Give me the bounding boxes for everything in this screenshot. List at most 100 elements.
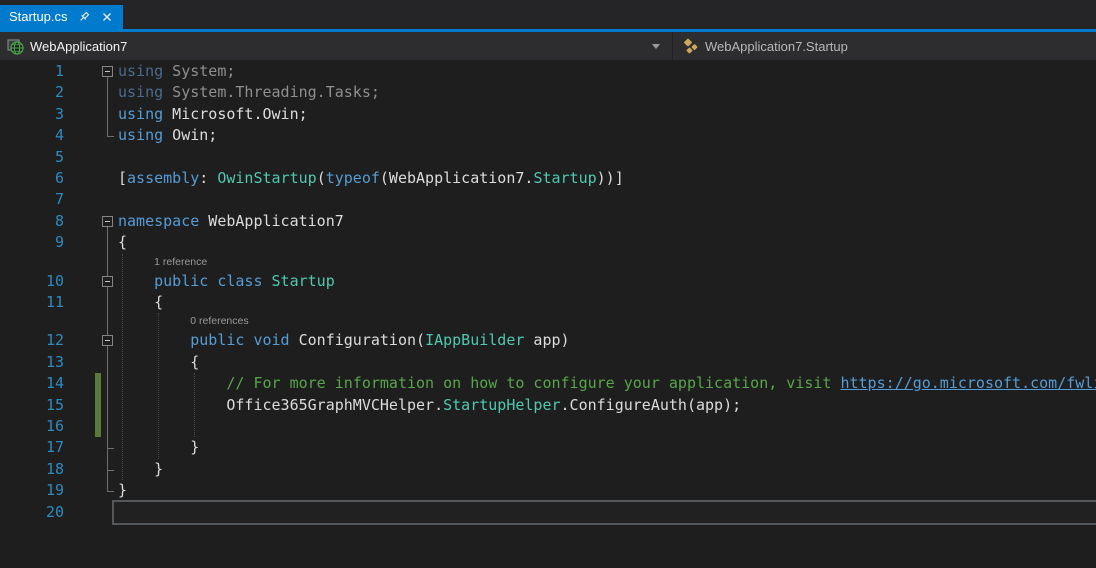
codelens-references-link[interactable]: 1 reference: [154, 256, 207, 268]
code-row: 11 {: [0, 292, 1096, 313]
chevron-down-icon: [652, 44, 660, 49]
line-number[interactable]: 20: [0, 502, 64, 523]
collapse-toggle-icon[interactable]: [102, 335, 113, 346]
code-segment: StartupHelper: [443, 396, 560, 414]
class-icon: [682, 38, 699, 55]
code-row: 14 // For more information on how to con…: [0, 373, 1096, 394]
code-row: 9{: [0, 232, 1096, 253]
line-number[interactable]: 15: [0, 395, 64, 416]
indent-guide: [122, 254, 123, 481]
line-number[interactable]: 11: [0, 292, 64, 313]
code-segment: :: [199, 169, 217, 187]
code-line[interactable]: namespace WebApplication7: [118, 211, 344, 232]
line-number[interactable]: 18: [0, 459, 64, 480]
code-row: 13 {: [0, 352, 1096, 373]
code-segment: namespace: [118, 212, 199, 230]
code-line[interactable]: [assembly: OwinStartup(typeof(WebApplica…: [118, 168, 624, 189]
code-segment: {: [118, 233, 127, 251]
code-line[interactable]: public void Configuration(IAppBuilder ap…: [118, 330, 570, 351]
close-icon[interactable]: [100, 10, 114, 24]
code-line[interactable]: }: [118, 459, 163, 480]
line-number[interactable]: 4: [0, 125, 64, 146]
line-number[interactable]: 6: [0, 168, 64, 189]
code-segment: OwinStartup: [217, 169, 316, 187]
code-row: 18 }: [0, 459, 1096, 480]
outline-region-end-tick: [107, 448, 114, 449]
code-line[interactable]: {: [118, 352, 199, 373]
codelens-references-link[interactable]: 0 references: [190, 315, 248, 327]
code-segment: System;: [163, 62, 235, 80]
code-line[interactable]: using Owin;: [118, 125, 217, 146]
code-segment: using: [118, 126, 163, 144]
line-number[interactable]: 14: [0, 373, 64, 394]
code-row: 12 public void Configuration(IAppBuilder…: [0, 330, 1096, 351]
code-segment: public: [154, 272, 208, 290]
code-line[interactable]: public class Startup: [118, 271, 335, 292]
codelens-row: 0 references: [0, 313, 1096, 330]
comment-hyperlink[interactable]: https://go.microsoft.com/fwli: [840, 374, 1096, 392]
code-segment: WebApplication7: [199, 212, 344, 230]
code-segment: Microsoft.Owin;: [163, 105, 308, 123]
code-line[interactable]: using Microsoft.Owin;: [118, 104, 308, 125]
code-segment: Configuration(: [290, 331, 425, 349]
code-segment: }: [118, 481, 127, 499]
code-row: 4 using Owin;: [0, 125, 1096, 146]
code-segment: using: [118, 62, 163, 80]
line-number[interactable]: 10: [0, 271, 64, 292]
line-number[interactable]: 16: [0, 416, 64, 437]
code-segment: .ConfigureAuth(app);: [561, 396, 742, 414]
line-number[interactable]: 5: [0, 147, 64, 168]
code-row: 5: [0, 147, 1096, 168]
code-row: 2 using System.Threading.Tasks;: [0, 82, 1096, 103]
codelens-row: 1 reference: [0, 254, 1096, 271]
outline-region-line: [107, 77, 108, 136]
code-line[interactable]: using System.Threading.Tasks;: [118, 82, 380, 103]
code-row: 19}: [0, 480, 1096, 501]
member-dropdown[interactable]: WebApplication7.Startup: [672, 32, 1096, 60]
code-segment: }: [118, 438, 199, 456]
code-segment: using: [118, 83, 163, 101]
collapse-toggle-icon[interactable]: [102, 276, 113, 287]
code-row: 17 }: [0, 437, 1096, 458]
tab-startup-cs[interactable]: Startup.cs: [0, 5, 123, 29]
code-segment: [118, 331, 190, 349]
code-segment: Owin;: [163, 126, 217, 144]
line-number[interactable]: 8: [0, 211, 64, 232]
code-segment: using: [118, 105, 163, 123]
code-segment: }: [118, 460, 163, 478]
code-editor[interactable]: 1 using System; 2 using System.Threading.Ta…: [0, 60, 1096, 568]
code-row: 7: [0, 189, 1096, 210]
code-segment: Office365GraphMVCHelper.: [118, 396, 443, 414]
outline-region-line: [107, 346, 108, 448]
line-number[interactable]: 13: [0, 352, 64, 373]
code-row: 15 Office365GraphMVCHelper.StartupHelper…: [0, 395, 1096, 416]
code-line[interactable]: using System;: [118, 61, 235, 82]
code-line[interactable]: {: [118, 232, 127, 253]
code-segment: [: [118, 169, 127, 187]
code-line[interactable]: {: [118, 292, 163, 313]
line-number[interactable]: 7: [0, 189, 64, 210]
tab-title: Startup.cs: [9, 5, 68, 29]
visual-studio-editor-window: Startup.cs: [0, 0, 1096, 568]
code-line[interactable]: }: [118, 480, 127, 501]
line-number[interactable]: 3: [0, 104, 64, 125]
line-number[interactable]: 2: [0, 82, 64, 103]
line-number[interactable]: 12: [0, 330, 64, 351]
line-number[interactable]: 19: [0, 480, 64, 501]
code-segment: {: [118, 293, 163, 311]
outline-region-end-tick: [107, 136, 114, 137]
change-tracking-bar: [95, 373, 101, 437]
code-line[interactable]: // For more information on how to config…: [118, 373, 1096, 394]
code-line[interactable]: Office365GraphMVCHelper.StartupHelper.Co…: [118, 395, 741, 416]
project-dropdown[interactable]: WebApplication7: [0, 32, 672, 60]
code-segment: System.Threading.Tasks;: [163, 83, 380, 101]
collapse-toggle-icon[interactable]: [102, 66, 113, 77]
code-segment: public: [190, 331, 244, 349]
pin-icon[interactable]: [77, 10, 91, 24]
outline-region-end-tick: [107, 470, 114, 471]
line-number[interactable]: 9: [0, 232, 64, 253]
collapse-toggle-icon[interactable]: [102, 216, 113, 227]
line-number[interactable]: 17: [0, 437, 64, 458]
line-number[interactable]: 1: [0, 61, 64, 82]
code-line[interactable]: }: [118, 437, 199, 458]
